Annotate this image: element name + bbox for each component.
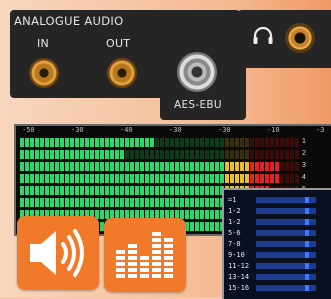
level-icon-segment (128, 262, 137, 266)
level-icon-segment (140, 256, 149, 260)
channel-number: 3 (302, 162, 306, 169)
level-icon-segment (152, 238, 161, 242)
headphones-icon (252, 26, 274, 51)
aes-ebu-bnc-connector[interactable] (177, 52, 217, 92)
inset-row-label: 9-10 (228, 251, 245, 259)
inset-row-label: 1-2 (228, 207, 241, 215)
inset-row-label: 7-8 (228, 240, 241, 248)
aes-ebu-label: AES-EBU (174, 99, 222, 111)
level-icon-segment (152, 250, 161, 254)
meter-scale-label: -10 (267, 126, 280, 134)
inset-row-bar (256, 219, 316, 225)
level-icon-segment (116, 274, 125, 278)
level-icon-segment (128, 274, 137, 278)
level-icon-segment (116, 262, 125, 266)
inset-row-bar (256, 197, 316, 203)
inset-row-bar (256, 241, 316, 247)
level-icon-segment (164, 256, 173, 260)
inset-row-label: =1 (228, 196, 237, 204)
level-icon-segment (152, 244, 161, 248)
analogue-in-jack[interactable] (29, 58, 59, 88)
headphone-jack[interactable] (285, 23, 315, 53)
inset-row-label: 1-2 (228, 218, 241, 226)
meter-scale-label: -30 (169, 126, 182, 134)
level-icon-segment (164, 244, 173, 248)
level-meter-icon (112, 226, 178, 289)
meter-scale-label: -3 (316, 126, 325, 134)
level-icon-segment (116, 268, 125, 272)
level-icon-segment (116, 250, 125, 254)
meter-scale-label: -30 (218, 126, 231, 134)
inset-row-label: 15-16 (228, 284, 250, 292)
analogue-out-jack[interactable] (107, 58, 137, 88)
level-icon-segment (164, 262, 173, 266)
level-icon-segment (140, 274, 149, 278)
inset-row-label: 13-14 (228, 273, 250, 281)
inset-row-bar (256, 230, 316, 236)
level-icon-segment (128, 244, 137, 248)
inset-row-bar (256, 208, 316, 214)
meter-scale-label: -50 (22, 126, 35, 134)
out-label: OUT (106, 37, 131, 50)
inset-row-bar (256, 252, 316, 258)
inset-row-bar (256, 285, 316, 291)
meter-channel-row: 4 (20, 174, 331, 183)
level-icon-segment (128, 250, 137, 254)
inset-row-label: 5-6 (228, 229, 241, 237)
in-label: IN (37, 37, 50, 50)
level-icon-segment (128, 256, 137, 260)
level-icon-segment (164, 238, 173, 242)
meter-channel-row: 1 (20, 138, 331, 147)
inset-row-bar (256, 263, 316, 269)
channel-number: 2 (302, 150, 306, 157)
meter-scale: -50 -30 -40 -30 -30 -10 -3 (16, 126, 331, 136)
audio-meter-tile[interactable] (104, 218, 186, 292)
level-icon-segment (140, 262, 149, 266)
meter-scale-label: -30 (71, 126, 84, 134)
inset-row-bar (256, 274, 316, 280)
level-icon-segment (116, 256, 125, 260)
level-icon-segment (152, 262, 161, 266)
speaker-icon (25, 226, 91, 285)
meter-scale-label: -40 (120, 126, 133, 134)
level-icon-segment (152, 268, 161, 272)
level-icon-segment (164, 274, 173, 278)
level-icon-segment (152, 274, 161, 278)
meter-channel-row: 2 (20, 150, 331, 159)
level-icon-segment (164, 268, 173, 272)
audio-speaker-tile[interactable] (17, 216, 99, 290)
channel-number: 1 (302, 138, 306, 145)
headphone-panel (236, 10, 331, 68)
level-icon-segment (152, 232, 161, 236)
analogue-audio-title: ANALOGUE AUDIO (14, 14, 124, 28)
level-icon-segment (128, 268, 137, 272)
meter-channel-row: 3 (20, 162, 331, 171)
level-icon-segment (164, 250, 173, 254)
level-icon-segment (140, 268, 149, 272)
channel-number: 4 (302, 174, 306, 181)
channel-inset-panel: =1 1-2 1-2 5-6 7-8 9-10 11-12 13-14 15-16 (222, 188, 331, 299)
inset-row-label: 11-12 (228, 262, 250, 270)
level-icon-segment (152, 256, 161, 260)
